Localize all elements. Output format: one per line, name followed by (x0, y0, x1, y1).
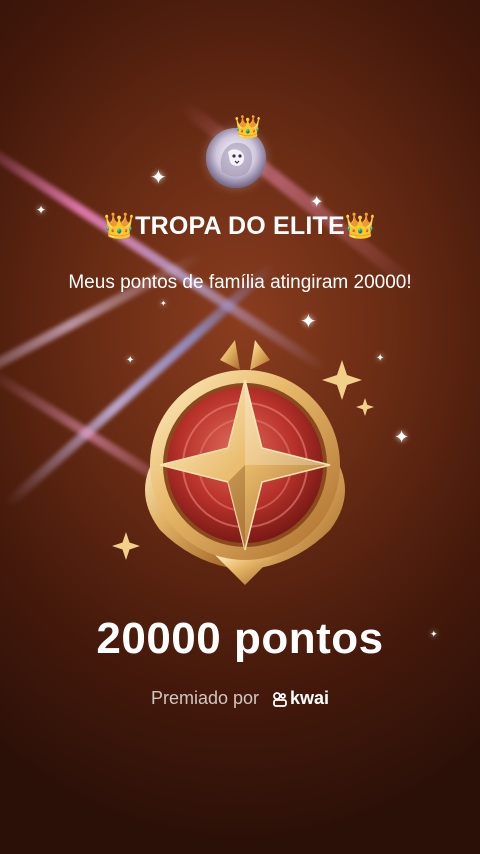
family-name: 👑TROPA DO ELITE👑 (103, 212, 377, 240)
celebration-screen: ✦ ✦ ✦ ✦ ✦ ✦ ✦ ✦ ✦ 👑 👑TROPA DO ELITE👑 Meu… (0, 0, 480, 854)
kwai-brand: kwai (272, 688, 329, 709)
crown-icon: 👑 (234, 114, 262, 139)
sparkle-icon: ✦ (160, 299, 167, 308)
kwai-logo-icon (273, 692, 287, 708)
sparkle-icon: ✦ (150, 167, 167, 189)
sparkle-icon: ✦ (376, 353, 385, 364)
gold-sparkle-icon (322, 360, 362, 400)
sparkle-icon: ✦ (310, 194, 324, 211)
milestone-message: Meus pontos de família atingiram 20000! (68, 272, 412, 293)
awarded-by: Premiado por kwai (0, 688, 480, 709)
sparkle-icon: ✦ (300, 311, 317, 333)
gold-sparkle-icon (356, 398, 374, 416)
points-total: 20000 pontos (96, 614, 384, 663)
gold-sparkle-icon (112, 532, 140, 560)
sparkle-icon: ✦ (394, 427, 410, 447)
kwai-brand-name: kwai (290, 688, 330, 708)
awarded-by-label: Premiado por (150, 688, 259, 708)
